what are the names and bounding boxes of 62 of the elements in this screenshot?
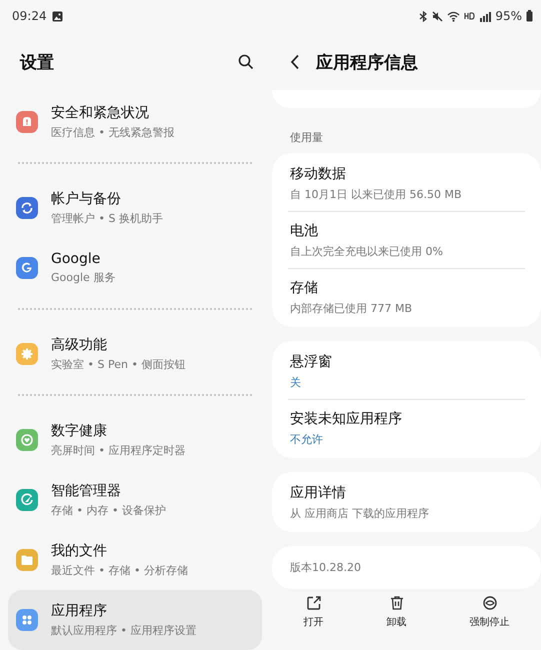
battery-percent: 95% (495, 9, 522, 23)
settings-row[interactable]: 悬浮窗 关 (272, 343, 541, 399)
settings-item[interactable]: 高级功能 实验室 • S Pen • 侧面按钮 (8, 324, 262, 384)
settings-item[interactable]: 安全和紧急状况 医疗信息 • 无线紧急警报 (8, 92, 262, 152)
settings-title: 设置 (20, 52, 54, 74)
action-button[interactable]: 强制停止 (460, 591, 520, 633)
trash-icon (388, 595, 404, 611)
item-subtitle: 亮屏时间 • 应用程序定时器 (51, 443, 186, 458)
back-icon[interactable] (290, 54, 300, 70)
row-title: 存储 (290, 278, 319, 296)
settings-row[interactable]: 应用详情 从 应用商店 下载的应用程序 (272, 474, 541, 530)
row-value: 不允许 (290, 432, 324, 446)
item-subtitle: Google 服务 (51, 270, 116, 285)
settings-row[interactable]: 移动数据 自 10月1日 以来已使用 56.50 MB (272, 155, 541, 211)
row-summary: 自 10月1日 以来已使用 56.50 MB (290, 186, 463, 202)
section-label: 使用量 (289, 130, 324, 146)
row-summary: 自上次完全充电以来已使用 0% (290, 244, 444, 258)
row-title: 移动数据 (290, 164, 347, 182)
bluetooth-icon (419, 10, 428, 22)
settings-row[interactable]: 安装未知应用程序 不允许 (272, 400, 541, 456)
settings-item[interactable]: Google Google 服务 (8, 238, 262, 298)
settings-item[interactable]: 应用程序 默认应用程序 • 应用程序设置 (8, 590, 262, 650)
item-title: 高级功能 (51, 336, 108, 354)
clock: 09:24 (12, 9, 47, 23)
item-subtitle: 最近文件 • 存储 • 分析存储 (51, 563, 188, 578)
row-summary: 内部存储已使用 777 MB (290, 300, 414, 316)
item-title: 应用程序 (51, 602, 108, 620)
item-title: 智能管理器 (51, 482, 122, 500)
mute-icon (432, 10, 444, 22)
wifi-icon (447, 10, 460, 22)
settings-item[interactable]: 帐户与备份 管理帐户 • S 换机助手 (8, 178, 262, 238)
signal-icon (479, 10, 492, 22)
item-subtitle: 实验室 • S Pen • 侧面按钮 (51, 357, 186, 372)
settings-row[interactable]: 电池 自上次完全充电以来已使用 0% (272, 212, 541, 268)
row-title: 应用详情 (290, 484, 347, 502)
settings-item[interactable]: 智能管理器 存储 • 内存 • 设备保护 (8, 470, 262, 530)
version-text: 版本10.28.20 (289, 560, 362, 576)
item-title: 安全和紧急状况 (51, 104, 150, 122)
item-title: 数字健康 (51, 422, 108, 440)
open-icon (306, 595, 322, 611)
action-button[interactable]: 卸载 (376, 591, 416, 633)
item-subtitle: 医疗信息 • 无线紧急警报 (51, 125, 174, 140)
item-title: 我的文件 (51, 542, 108, 560)
action-button[interactable]: 打开 (294, 591, 334, 633)
item-subtitle: 默认应用程序 • 应用程序设置 (51, 623, 196, 638)
row-value: 关 (290, 374, 302, 390)
page-title: 应用程序信息 (316, 52, 418, 74)
search-icon[interactable] (238, 54, 254, 70)
settings-item[interactable]: 我的文件 最近文件 • 存储 • 分析存储 (8, 530, 262, 590)
item-subtitle: 存储 • 内存 • 设备保护 (51, 503, 166, 518)
item-title: Google (51, 251, 102, 267)
settings-item[interactable]: 数字健康 亮屏时间 • 应用程序定时器 (8, 410, 262, 470)
hd-icon (464, 12, 476, 20)
image-icon (52, 10, 63, 22)
row-title: 电池 (290, 222, 319, 240)
row-title: 悬浮窗 (290, 352, 333, 370)
row-summary: 从 应用商店 下载的应用程序 (290, 506, 430, 520)
item-title: 帐户与备份 (51, 190, 122, 208)
row-title: 安装未知应用程序 (290, 410, 403, 428)
item-subtitle: 管理帐户 • S 换机助手 (51, 211, 163, 226)
battery-icon (526, 10, 533, 22)
settings-row[interactable]: 存储 内部存储已使用 777 MB (272, 269, 541, 325)
